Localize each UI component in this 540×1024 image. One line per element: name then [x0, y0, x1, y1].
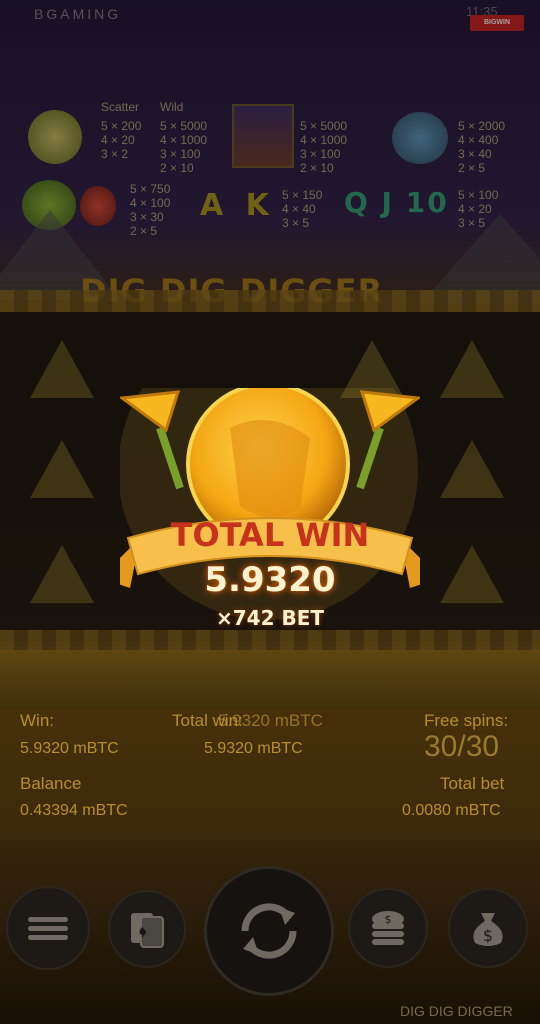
win-multiplier: ×742 BET [215, 606, 325, 630]
buy-feature-button[interactable]: $ [448, 888, 528, 968]
money-bag-icon: $ [473, 913, 503, 946]
spin-icon [241, 903, 297, 959]
gamble-button[interactable] [108, 890, 186, 968]
free-spins-value: 30/30 [424, 730, 500, 763]
menu-icon [28, 913, 68, 944]
bet-button[interactable]: $ [348, 888, 428, 968]
svg-text:$: $ [385, 913, 392, 926]
coins-icon: $ [372, 911, 404, 945]
total-bet-value: 0.0080 mBTC [402, 802, 501, 819]
total-win-value: 5.9320 mBTC [204, 740, 303, 757]
footer-game-name: DIG DIG DIGGER [400, 1003, 513, 1019]
svg-text:$: $ [483, 926, 493, 945]
balance-label: Balance [20, 774, 82, 793]
total-win-ghost-value: 5.9320 mBTC [218, 711, 323, 730]
spin-button[interactable] [204, 866, 334, 996]
total-win-amount: 5.9320 [204, 560, 336, 600]
balance-value: 0.43394 mBTC [20, 802, 128, 819]
total-win-title: TOTAL WIN [170, 516, 370, 554]
total-bet-label: Total bet [440, 774, 505, 793]
cards-icon [131, 913, 164, 948]
free-spins-label: Free spins: [424, 711, 509, 730]
game-screen: BGAMING 11:35 BIGWIN PICTURES Scatter 5 … [0, 0, 540, 1024]
menu-button[interactable] [6, 886, 90, 970]
total-win-popup: TOTAL WIN 5.9320 ×742 BET [120, 388, 420, 630]
win-value: 5.9320 mBTC [20, 740, 119, 757]
win-label: Win: [20, 711, 54, 730]
